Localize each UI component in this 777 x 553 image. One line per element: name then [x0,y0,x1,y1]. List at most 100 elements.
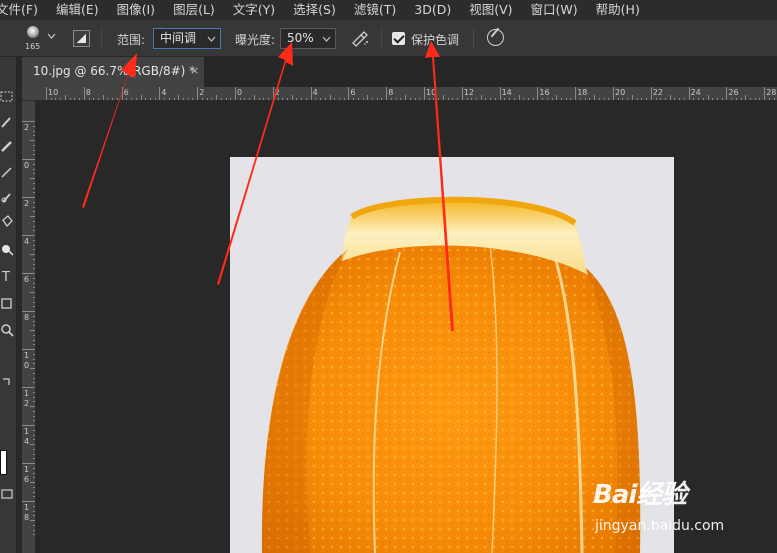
ruler-tick [551,98,553,100]
ruler-tick [33,434,35,436]
zoom-tool-icon[interactable] [0,322,14,338]
ruler-tick [650,87,652,100]
ruler-label: 6 [24,275,30,284]
brush-preset-picker[interactable]: 165 [22,25,44,51]
quick-mask-icon[interactable] [0,487,14,503]
pressure-size-icon[interactable] [487,29,504,46]
shape-tool-icon[interactable] [0,295,14,311]
ruler-tick [263,98,265,100]
ruler-label: 8 [24,313,30,322]
ruler-tick [773,98,775,100]
marquee-tool-icon[interactable] [0,88,14,104]
ruler-tick [452,98,454,100]
brush-size-value: 165 [25,42,41,51]
dodge-tool-icon[interactable] [0,241,14,257]
history-brush-icon[interactable] [0,189,14,205]
ruler-tick [88,98,90,100]
close-icon[interactable]: × [190,57,199,85]
ruler-tick [712,98,714,100]
ruler-tick [655,98,657,100]
menu-filter[interactable]: 滤镜(T) [354,3,396,16]
ruler-label: 1 2 [24,389,30,408]
ruler-tick [33,439,35,441]
vertical-ruler[interactable]: 2 0 2 4 6 8 1 0 1 2 1 4 1 6 1 8 [22,101,36,553]
menu-view[interactable]: 视图(V) [469,3,512,16]
ruler-tick [33,244,35,246]
ruler-tick [22,463,35,464]
menu-window[interactable]: 窗口(W) [531,3,578,16]
ruler-tick [622,98,624,100]
ruler-tick [168,98,170,100]
ruler-tick [475,98,477,100]
ruler-tick [55,98,57,100]
ruler-tick [33,420,35,422]
ruler-tick [485,98,487,100]
ruler-tick [33,249,35,251]
ruler-label: 1 0 [24,351,30,370]
ruler-tick [33,491,35,493]
ruler-tick [698,98,700,100]
ruler-tick [33,154,35,156]
swap-colors-icon[interactable] [0,374,14,390]
ruler-tick [33,377,35,379]
ruler-tick [112,98,114,100]
ruler-tick [159,87,161,100]
ruler-tick [594,95,596,100]
ruler-tick [532,98,534,100]
ruler-tick [707,95,709,100]
ruler-tick [33,486,35,488]
chevron-down-icon[interactable] [47,32,56,40]
ruler-tick [716,98,718,100]
ruler-tick [282,98,284,100]
menu-3d[interactable]: 3D(D) [414,3,451,16]
ruler-tick [272,87,274,100]
ruler-tick [286,98,288,100]
menu-image[interactable]: 图像(I) [117,3,155,16]
type-tool-icon[interactable]: T [0,268,14,284]
ruler-tick [22,273,35,274]
ruler-tick [537,87,539,100]
ruler-tick [750,98,752,100]
ruler-tick [239,98,241,100]
ruler-tick [376,98,378,100]
ruler-tick [135,98,137,100]
airbrush-icon[interactable] [350,30,370,47]
ruler-tick [178,95,180,100]
ruler-tick [731,98,733,100]
protect-tones-checkbox[interactable] [392,32,405,45]
healing-brush-icon[interactable] [0,138,14,154]
ruler-tick [414,98,416,100]
paint-bucket-icon[interactable] [0,214,14,230]
ruler-label: 6 [350,88,356,97]
document-tab[interactable]: 10.jpg @ 66.7%(RGB/8#) * × [22,57,204,87]
menu-help[interactable]: 帮助(H) [596,3,640,16]
ruler-tick [33,296,35,298]
brush-tool-icon[interactable] [0,114,14,130]
ruler-tick [140,95,142,100]
exposure-field[interactable]: 50% [280,28,336,49]
chevron-down-icon[interactable] [322,29,331,48]
ruler-tick [33,263,35,265]
ruler-tick [660,98,662,100]
ruler-tick [433,98,435,100]
ruler-tick [216,95,218,100]
pencil-tool-icon[interactable] [0,163,14,179]
ruler-tick [33,429,35,431]
menu-layer[interactable]: 图层(L) [173,3,215,16]
ruler-tick [30,444,35,445]
ruler-tick [33,315,35,317]
range-select[interactable]: 中间调 [153,28,221,49]
ruler-tick [764,87,766,100]
horizontal-ruler[interactable]: 10 8 6 4 2 0 2 4 6 8 10 12 14 16 18 20 22 24 26 28 [22,87,777,101]
menu-type[interactable]: 文字(Y) [233,3,275,16]
protect-tones-label[interactable]: 保护色调 [411,31,459,48]
menu-edit[interactable]: 编辑(E) [56,3,99,16]
ruler-tick [183,98,185,100]
toggle-brush-panel-icon[interactable] [73,30,90,47]
ruler-tick [201,98,203,100]
menu-select[interactable]: 选择(S) [293,3,336,16]
foreground-color-swatch[interactable] [0,450,7,475]
menu-file[interactable]: 文件(F) [0,3,38,16]
ruler-tick [30,292,35,293]
ruler-tick [33,182,35,184]
